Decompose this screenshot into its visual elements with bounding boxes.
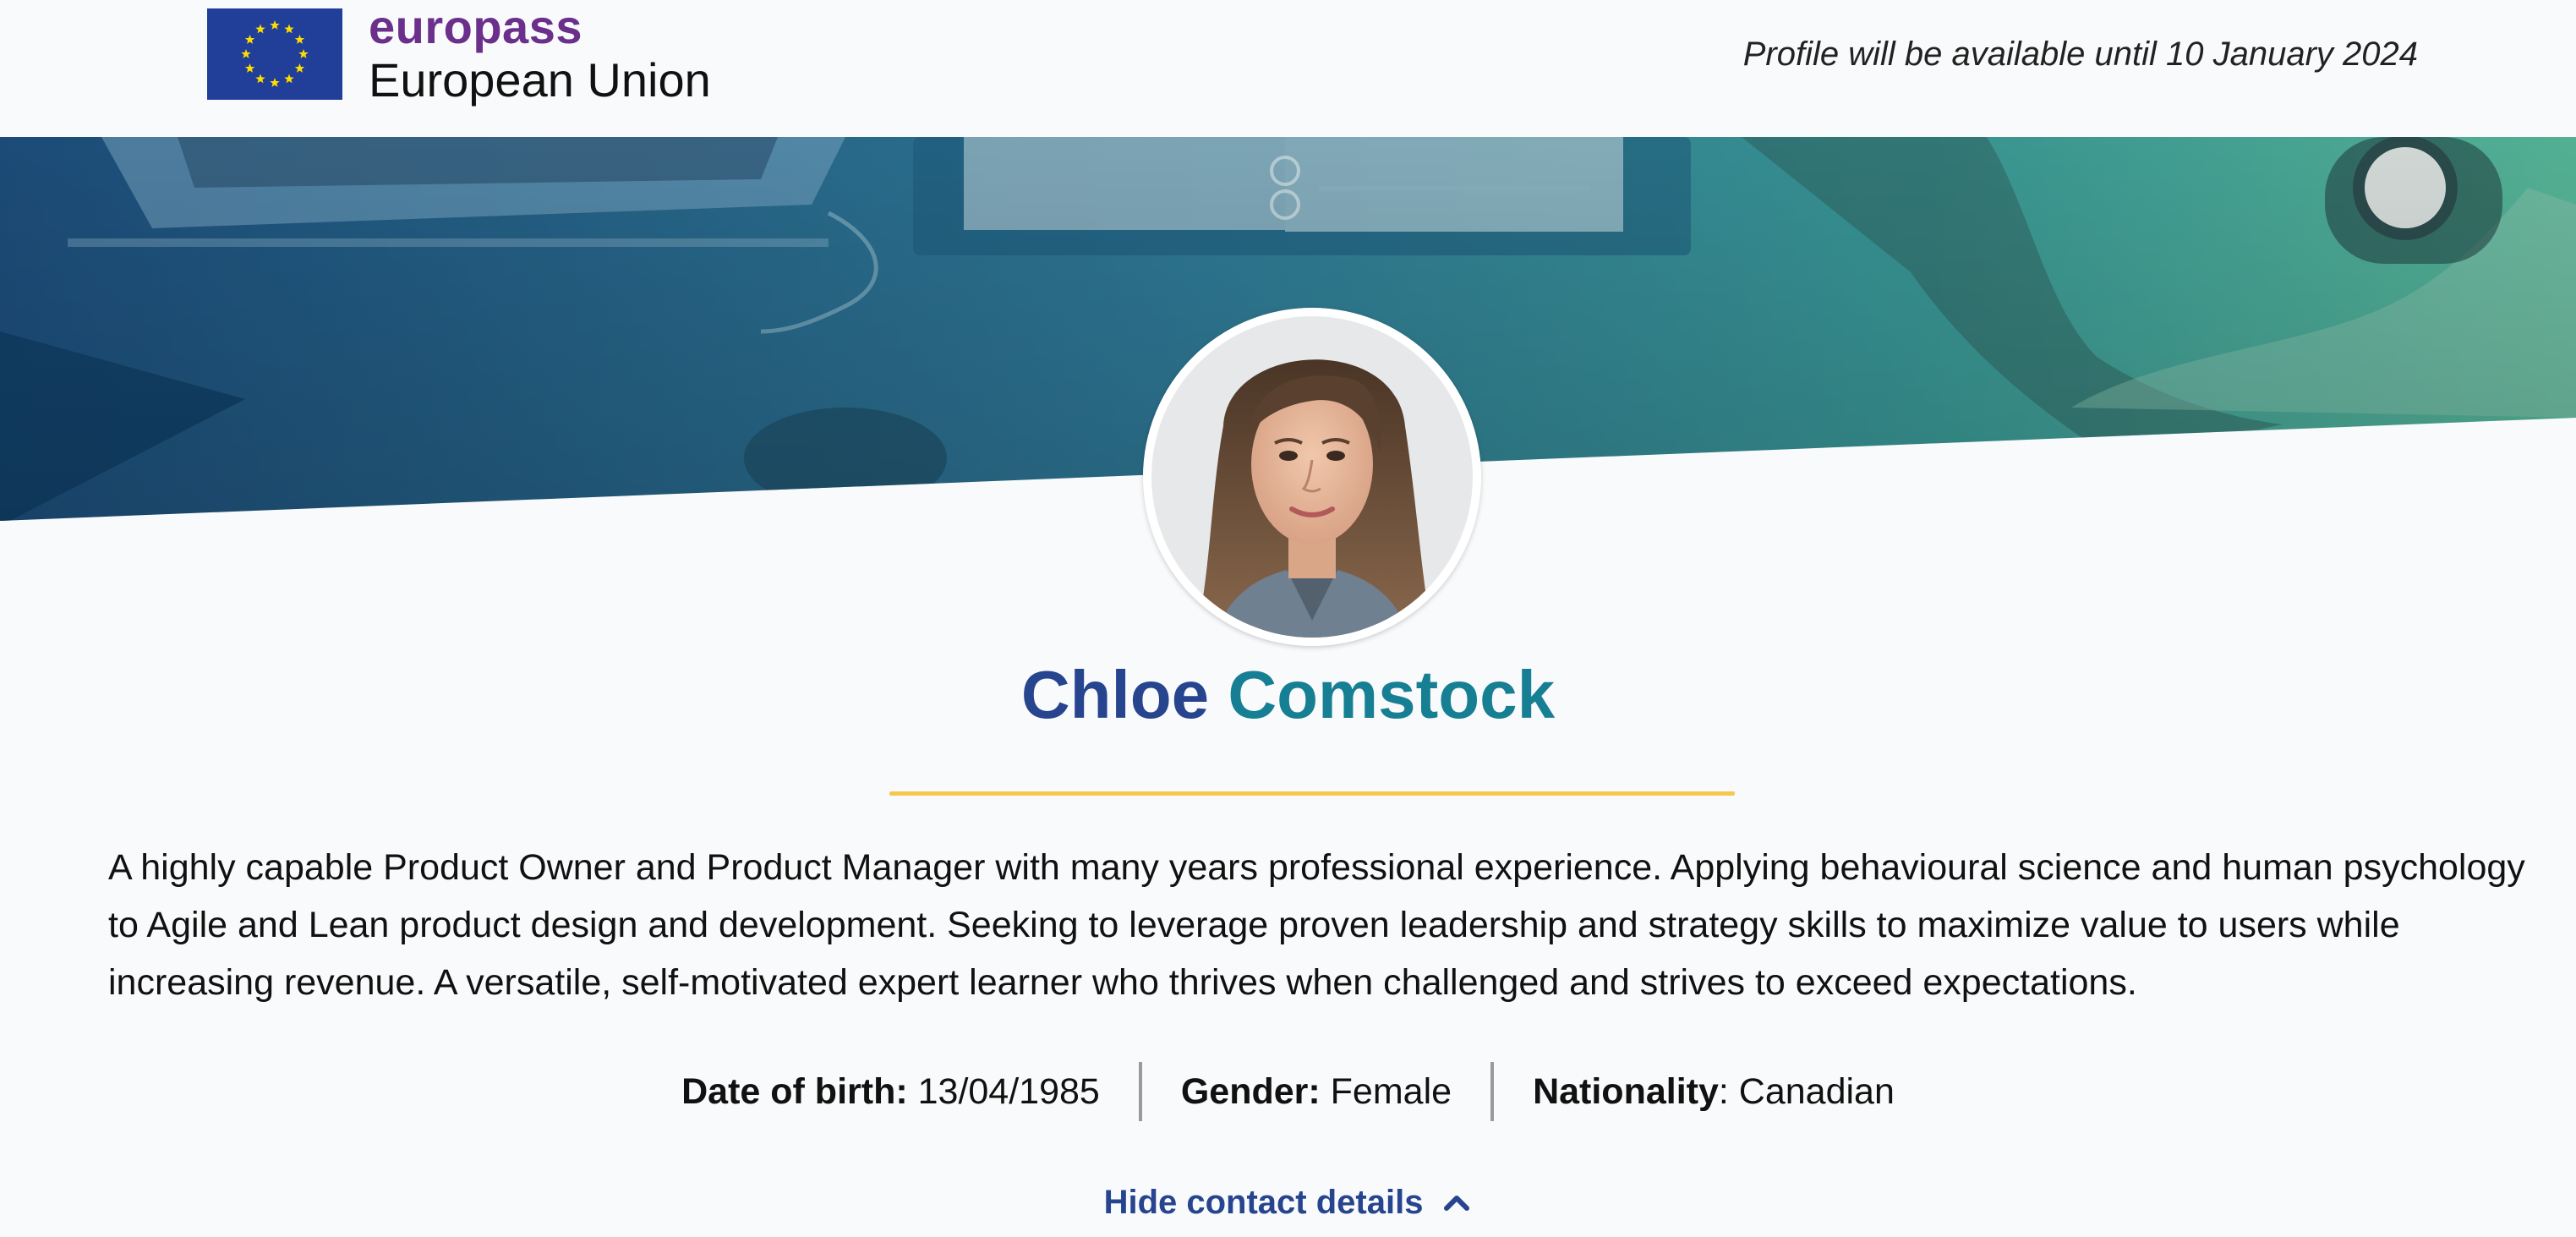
gender-value: Female: [1320, 1070, 1452, 1112]
gender: Gender: Female: [1142, 1071, 1490, 1113]
profile-photo: [1143, 308, 1481, 646]
date-of-birth: Date of birth: 13/04/1985: [643, 1071, 1139, 1113]
date-of-birth-value: 13/04/1985: [907, 1070, 1100, 1112]
nationality: Nationality: Canadian: [1494, 1071, 1933, 1113]
personal-details: Date of birth: 13/04/1985 Gender: Female…: [0, 1062, 2576, 1121]
brand-name: europass: [369, 0, 582, 53]
date-of-birth-label: Date of birth:: [681, 1070, 908, 1112]
site-header: europass European Union Profile will be …: [0, 0, 2576, 137]
contact-details-toggle-row: Hide contact details: [0, 1184, 2576, 1222]
nationality-label: Nationality: [1533, 1070, 1719, 1112]
last-name: Comstock: [1228, 657, 1556, 732]
hide-contact-details-button[interactable]: Hide contact details: [1104, 1184, 1473, 1222]
profile-summary: A highly capable Product Owner and Produ…: [108, 847, 2525, 1003]
europass-logo-link[interactable]: europass European Union: [369, 0, 711, 107]
nationality-value: : Canadian: [1718, 1070, 1895, 1112]
eu-flag-logo: [207, 8, 342, 100]
hide-contact-details-label: Hide contact details: [1103, 1184, 1424, 1221]
first-name: Chloe: [1020, 657, 1210, 732]
chevron-up-icon: [1441, 1188, 1472, 1218]
profile-name: Chloe Comstock: [0, 653, 2576, 737]
brand-subtitle: European Union: [369, 53, 711, 107]
name-divider: [889, 791, 1735, 796]
gender-label: Gender:: [1180, 1070, 1321, 1112]
profile-availability-notice: Profile will be available until 10 Janua…: [1742, 36, 2418, 73]
